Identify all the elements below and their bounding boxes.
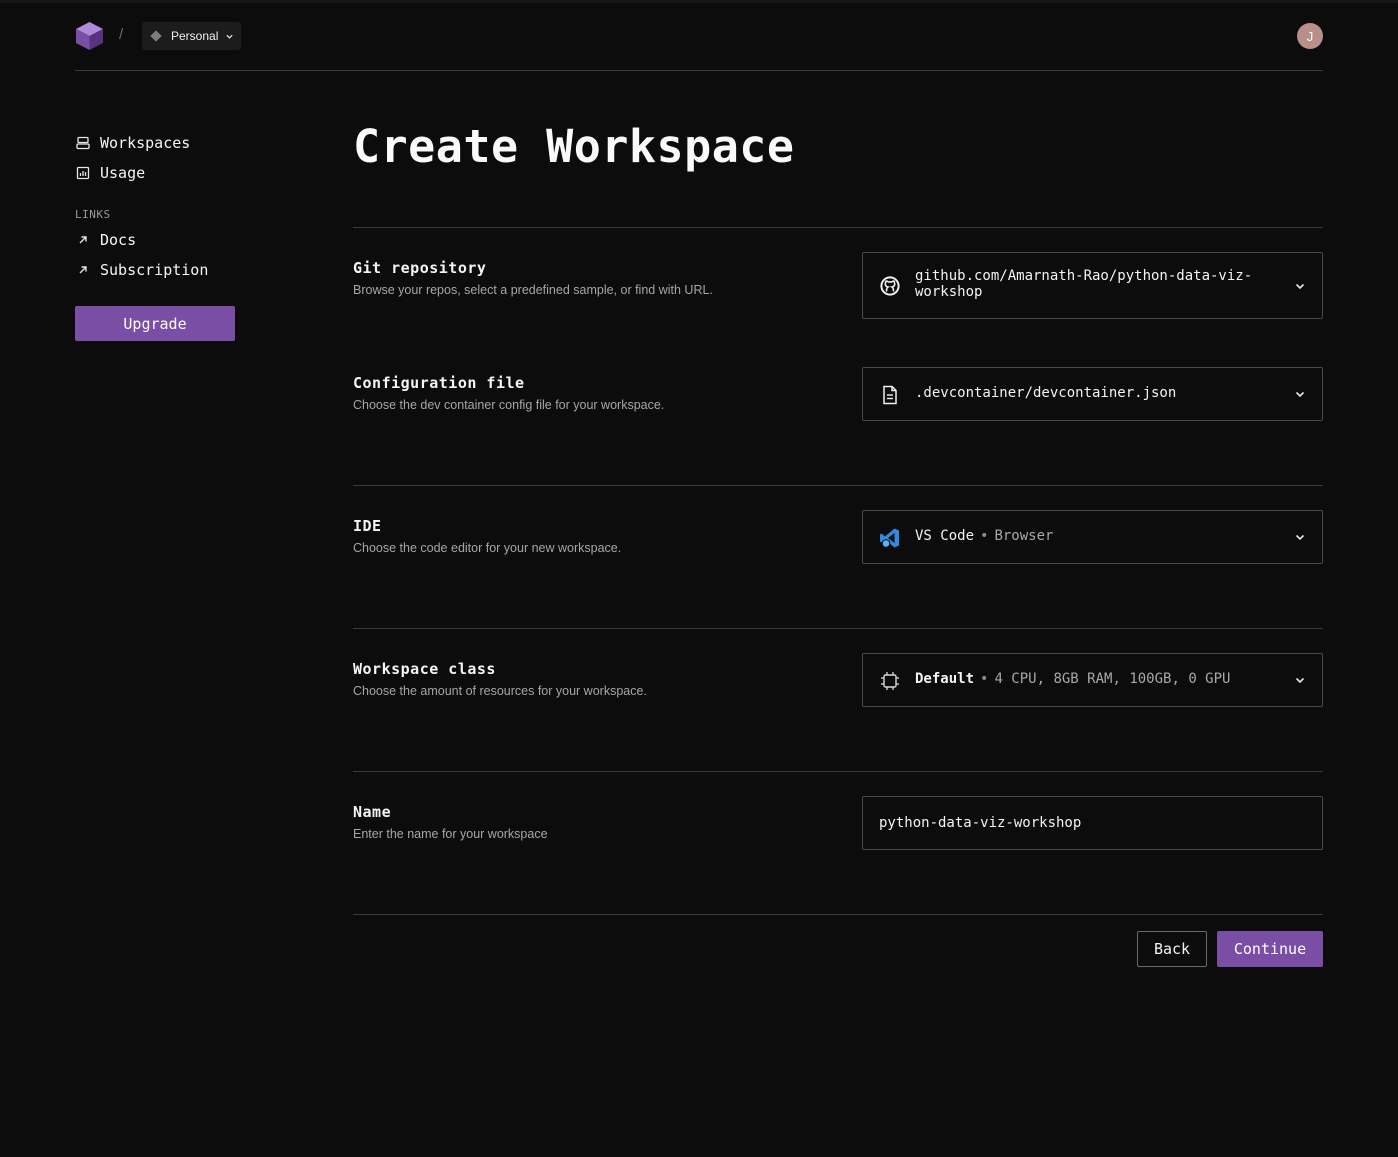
app-logo-icon[interactable] xyxy=(75,21,104,51)
config-file-value: .devcontainer/devcontainer.json xyxy=(915,385,1177,401)
ide-section-title: IDE xyxy=(353,517,382,535)
class-section-description: Choose the amount of resources for your … xyxy=(353,684,647,698)
name-section-description: Enter the name for your workspace xyxy=(353,827,548,841)
name-section-title: Name xyxy=(353,803,392,821)
ide-value: VS Code • Browser xyxy=(915,528,1053,544)
workspace-name-input[interactable] xyxy=(862,796,1323,850)
links-heading: LINKS xyxy=(75,208,111,221)
ide-name: VS Code xyxy=(915,528,975,544)
workspaces-icon xyxy=(75,135,91,151)
section-divider xyxy=(353,628,1323,629)
config-section-description: Choose the dev container config file for… xyxy=(353,398,665,412)
sidebar-item-label: Workspaces xyxy=(100,134,191,152)
sidebar-link-subscription[interactable]: Subscription xyxy=(75,258,208,282)
cpu-chip-icon xyxy=(879,670,901,692)
external-arrow-icon xyxy=(75,262,91,278)
header-divider xyxy=(75,70,1323,71)
ide-detail: Browser xyxy=(994,528,1054,544)
org-diamond-icon xyxy=(150,30,162,42)
page-title: Create Workspace xyxy=(353,120,795,173)
org-name: Personal xyxy=(171,29,219,43)
file-icon xyxy=(879,384,901,406)
sidebar-link-label: Docs xyxy=(100,231,137,249)
breadcrumb-separator: / xyxy=(119,26,124,43)
top-header: / Personal J xyxy=(75,18,1323,54)
github-icon xyxy=(879,275,901,297)
back-button[interactable]: Back xyxy=(1137,931,1207,967)
ide-select[interactable]: VS Code • Browser xyxy=(862,510,1323,564)
workspace-class-detail: 4 CPU, 8GB RAM, 100GB, 0 GPU xyxy=(994,671,1231,687)
external-arrow-icon xyxy=(75,232,91,248)
class-section-title: Workspace class xyxy=(353,660,496,678)
repo-value-line2: workshop xyxy=(915,284,983,300)
chevron-down-icon xyxy=(1295,534,1305,541)
avatar[interactable]: J xyxy=(1297,23,1323,49)
usage-chart-icon xyxy=(75,165,91,181)
vscode-icon xyxy=(879,527,901,549)
repo-value: github.com/Amarnath-Rao/python-data-viz-… xyxy=(915,268,1252,300)
workspace-class-name: Default xyxy=(915,671,975,687)
chevron-down-icon xyxy=(1295,283,1305,290)
workspace-class-select[interactable]: Default • 4 CPU, 8GB RAM, 100GB, 0 GPU xyxy=(862,653,1323,707)
workspace-class-value: Default • 4 CPU, 8GB RAM, 100GB, 0 GPU xyxy=(915,671,1230,687)
org-switcher[interactable]: Personal xyxy=(142,22,241,50)
section-divider xyxy=(353,771,1323,772)
repo-section-description: Browse your repos, select a predefined s… xyxy=(353,283,713,297)
chevron-down-icon xyxy=(1295,677,1305,684)
sidebar-item-usage[interactable]: Usage xyxy=(75,161,145,185)
section-divider xyxy=(353,227,1323,228)
sidebar-item-workspaces[interactable]: Workspaces xyxy=(75,131,190,155)
chevron-down-icon xyxy=(226,34,234,39)
repo-select[interactable]: github.com/Amarnath-Rao/python-data-viz-… xyxy=(862,252,1323,319)
top-strip xyxy=(0,0,1398,3)
sidebar-link-label: Subscription xyxy=(100,261,209,279)
config-section-title: Configuration file xyxy=(353,374,525,392)
repo-section-title: Git repository xyxy=(353,259,487,277)
repo-value-line1: github.com/Amarnath-Rao/python-data-viz- xyxy=(915,268,1253,284)
chevron-down-icon xyxy=(1295,391,1305,398)
workspace-class-separator: • xyxy=(980,671,989,687)
section-divider xyxy=(353,914,1323,915)
sidebar-item-label: Usage xyxy=(100,164,146,182)
sidebar-link-docs[interactable]: Docs xyxy=(75,228,136,252)
ide-section-description: Choose the code editor for your new work… xyxy=(353,541,622,555)
continue-button[interactable]: Continue xyxy=(1217,931,1323,967)
config-file-select[interactable]: .devcontainer/devcontainer.json xyxy=(862,367,1323,421)
ide-separator: • xyxy=(980,528,989,544)
section-divider xyxy=(353,485,1323,486)
upgrade-button[interactable]: Upgrade xyxy=(75,306,235,341)
